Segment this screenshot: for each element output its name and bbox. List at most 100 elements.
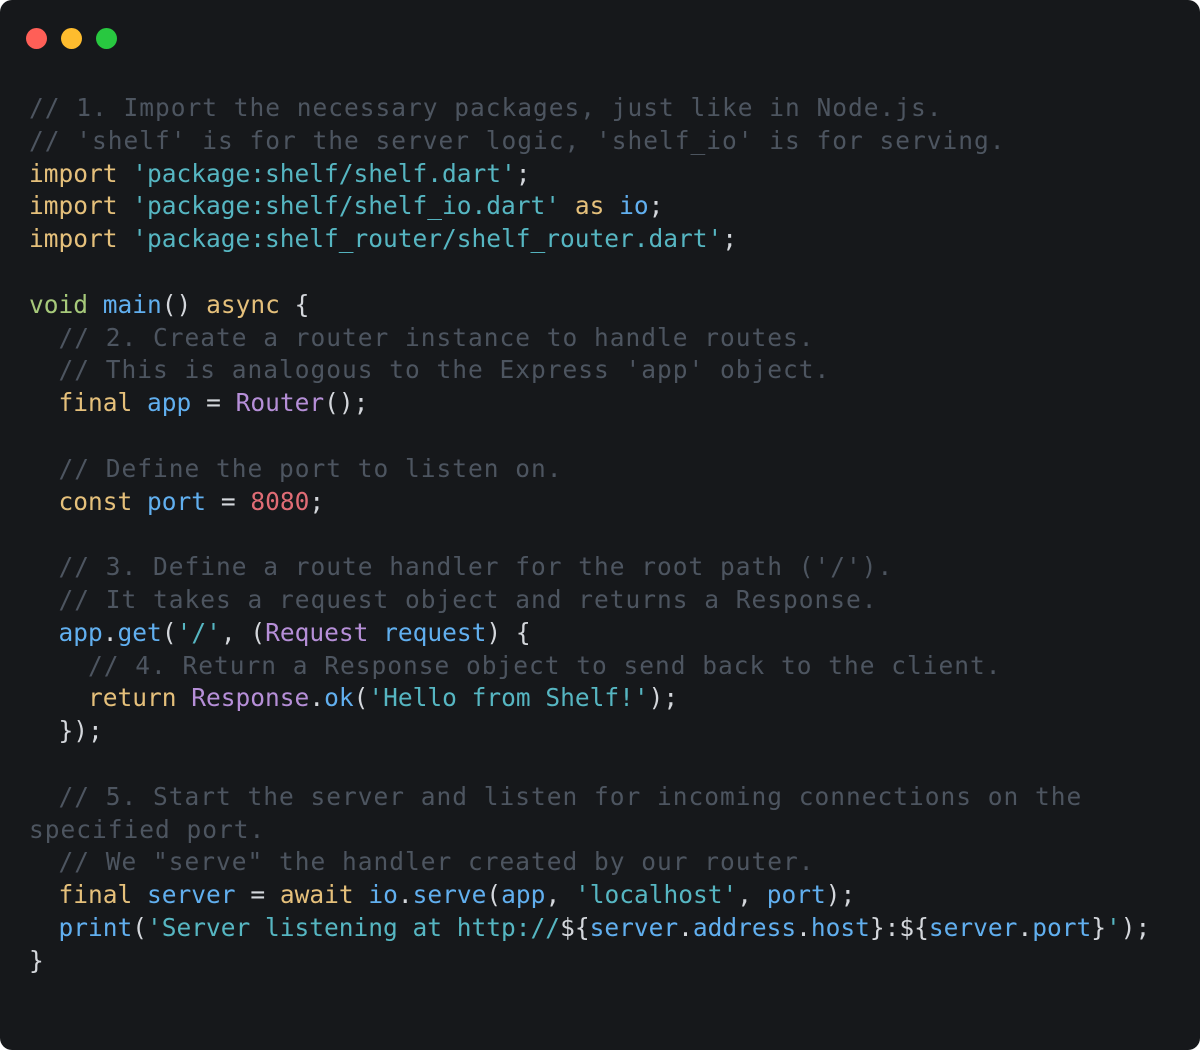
code-token-plain: ); [648, 683, 679, 713]
code-token-comment: // 1. Import the necessary packages, jus… [29, 93, 943, 122]
code-token-string: 'Server listening at http:// [147, 912, 561, 942]
code-line: specified port. [29, 814, 1150, 847]
code-window: // 1. Import the necessary packages, jus… [0, 0, 1200, 1050]
code-token-string: 'package:shelf/shelf.dart' [132, 158, 516, 188]
code-line: }); [29, 715, 1150, 748]
code-token-plain: ( [486, 880, 502, 910]
code-line: // We "serve" the handler created by our… [29, 846, 1150, 879]
code-line: // This is analogous to the Express 'app… [29, 354, 1150, 387]
code-token-func: app [58, 617, 103, 647]
code-token-keyword: await [279, 880, 354, 910]
code-line: // 4. Return a Response object to send b… [29, 650, 1150, 683]
code-token-plain: () [161, 289, 207, 319]
code-token-func: serve [412, 880, 487, 910]
code-token-plain: ); [1120, 912, 1151, 942]
close-button[interactable] [26, 28, 47, 49]
code-token-func: host [810, 912, 870, 942]
code-token-plain: (); [324, 388, 369, 418]
code-token-comment: // 'shelf' is for the server logic, 'she… [29, 125, 1006, 155]
code-token-plain: ${ [560, 912, 590, 942]
code-token-comment: // 5. Start the server and listen for in… [58, 781, 1083, 811]
code-token-plain: . [678, 912, 693, 942]
code-token-plain: }); [29, 716, 103, 746]
code-line: final server = await io.serve(app, 'loca… [29, 879, 1150, 912]
code-line: return Response.ok('Hello from Shelf!'); [29, 682, 1150, 715]
code-token-plain: . [309, 683, 325, 713]
code-line: // It takes a request object and returns… [29, 584, 1150, 617]
code-token-func: app [147, 388, 192, 418]
code-line: import 'package:shelf/shelf.dart'; [29, 158, 1150, 191]
code-line: const port = 8080; [29, 486, 1150, 519]
code-line: import 'package:shelf/shelf_io.dart' as … [29, 190, 1150, 223]
code-token-keyword: final [58, 880, 133, 910]
code-token-type: Router [235, 388, 325, 418]
code-token-func: io [619, 191, 649, 221]
code-token-void: void [29, 289, 89, 319]
code-token-plain: ; [309, 486, 325, 516]
code-line: import 'package:shelf_router/shelf_route… [29, 223, 1150, 256]
code-token-plain: } [1091, 912, 1106, 942]
code-editor[interactable]: // 1. Import the necessary packages, jus… [29, 92, 1150, 978]
code-token-func: server [928, 912, 1018, 942]
code-token-keyword: import [29, 158, 118, 188]
code-token-func: app [501, 880, 546, 910]
code-token-plain: . [796, 912, 811, 942]
code-line: // 2. Create a router instance to handle… [29, 322, 1150, 355]
code-token-func: port [147, 486, 207, 516]
code-token-func: port [766, 880, 826, 910]
code-token-keyword: import [29, 191, 118, 221]
code-token-plain: ; [648, 191, 664, 221]
code-token-plain: { [279, 289, 310, 319]
code-token-plain: ( [161, 617, 177, 647]
code-token-plain: ( [353, 683, 369, 713]
code-token-plain: }:${ [869, 912, 929, 942]
code-token-func: get [117, 617, 162, 647]
code-token-comment: // Define the port to listen on. [58, 453, 563, 483]
code-token-plain: , ( [220, 617, 266, 647]
code-line: print('Server listening at http://${serv… [29, 912, 1151, 945]
code-line: // 3. Define a route handler for the roo… [29, 551, 1150, 584]
code-token-number: 8080 [250, 486, 310, 516]
code-token-plain: . [397, 880, 413, 910]
window-controls [26, 28, 117, 49]
code-line: app.get('/', (Request request) { [29, 617, 1150, 650]
code-token-plain: , [545, 880, 575, 910]
code-line: final app = Router(); [29, 387, 1150, 420]
code-token-keyword: import [29, 224, 118, 254]
code-token-plain: ); [825, 880, 856, 910]
minimize-button[interactable] [61, 28, 82, 49]
code-token-keyword: async [206, 289, 280, 319]
code-token-func: request [383, 617, 487, 647]
code-line: // 1. Import the necessary packages, jus… [29, 92, 1150, 125]
code-token-plain: ) { [486, 617, 531, 647]
code-token-func: port [1032, 912, 1092, 942]
code-token-plain: ; [722, 224, 738, 254]
code-token-type: Response [191, 683, 310, 713]
maximize-button[interactable] [96, 28, 117, 49]
code-token-comment: // We "serve" the handler created by our… [58, 847, 815, 877]
code-line: void main() async { [29, 289, 1150, 322]
code-token-func: io [368, 880, 398, 910]
code-token-plain: ( [132, 912, 148, 942]
code-token-plain: = [206, 486, 251, 516]
